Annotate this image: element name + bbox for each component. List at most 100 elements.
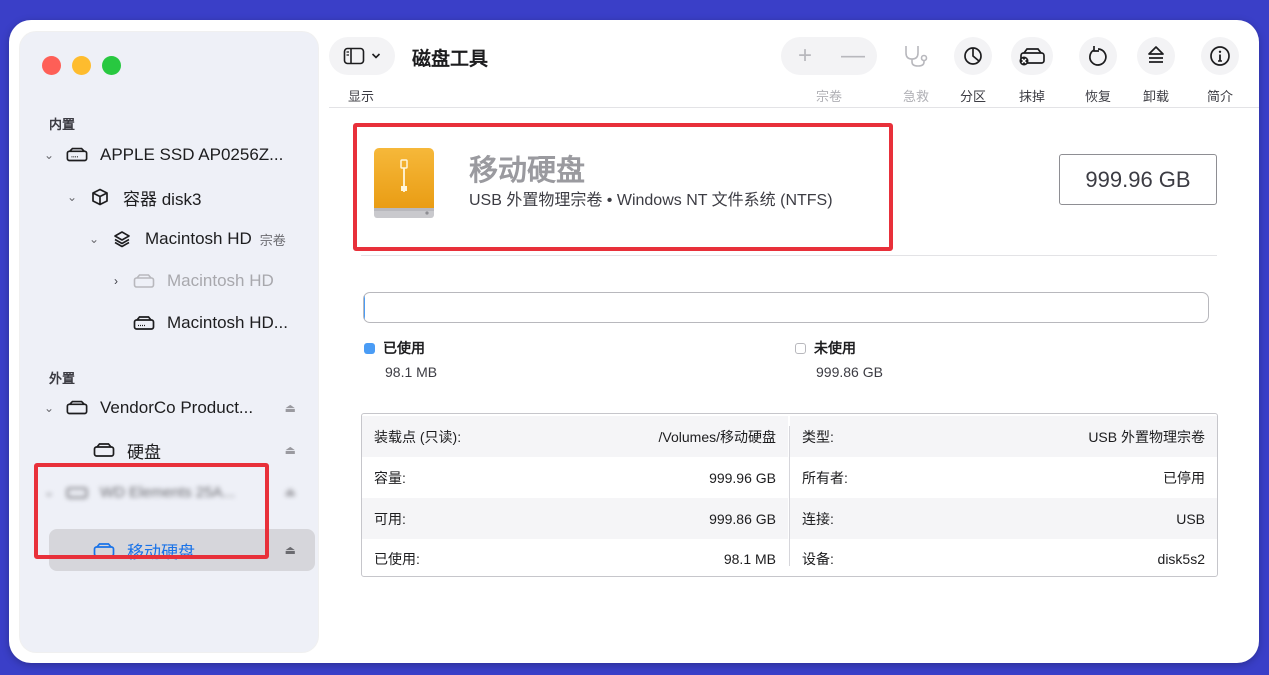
info-key: 连接:: [802, 510, 834, 527]
free-swatch: [795, 343, 806, 354]
sidebar-item-label: 硬盘: [127, 442, 161, 462]
zoom-button[interactable]: [102, 56, 121, 75]
plus-icon[interactable]: +: [781, 42, 829, 70]
chevron-down-icon[interactable]: ⌄: [42, 148, 56, 162]
toolbar: 显示 磁盘工具 + — 宗卷 急救 分区 抹掉 恢复 卸载 简介: [329, 20, 1259, 108]
info-button[interactable]: [1201, 37, 1239, 75]
toolbar-label-restore: 恢复: [1084, 89, 1111, 104]
minus-icon[interactable]: —: [829, 42, 877, 70]
info-row-owners: 所有者: 已停用: [790, 457, 1217, 498]
sidebar-item-label: Macintosh HD: [145, 229, 252, 248]
toolbar-label-unmount: 卸载: [1142, 89, 1169, 104]
external-disk-icon: [66, 399, 88, 417]
info-key: 可用:: [374, 510, 406, 527]
chevron-down-icon: [371, 53, 381, 59]
pie-chart-icon: [964, 47, 982, 65]
sidebar-toggle-button[interactable]: [329, 37, 395, 75]
volume-group-badge: 宗卷: [259, 232, 286, 248]
sidebar-item-macintosh-hd-snapshot[interactable]: › Macintosh HD: [20, 262, 316, 300]
erase-drive-icon: [1019, 48, 1045, 66]
toolbar-label-partition: 分区: [959, 89, 986, 104]
sidebar-item-vendorco[interactable]: ⌄ VendorCo Product... ⏏: [20, 389, 316, 427]
view-label: 显示: [348, 89, 375, 104]
disk-icon: [133, 272, 155, 290]
info-key: 类型:: [802, 428, 834, 445]
sidebar-item-container[interactable]: ⌄ 容器 disk3: [20, 178, 316, 216]
stethoscope-icon: [905, 46, 928, 67]
sidebar-item-label: 容器 disk3: [123, 189, 202, 209]
eject-icon[interactable]: ⏏: [285, 401, 296, 415]
info-key: 已使用:: [374, 550, 420, 567]
disk-icon: [93, 441, 115, 459]
chevron-down-icon[interactable]: ⌄: [42, 401, 56, 415]
info-row-device: 设备: disk5s2: [790, 538, 1217, 579]
legend-used: 已使用 98.1 MB: [364, 338, 437, 380]
free-value: 999.86 GB: [816, 364, 883, 380]
sidebar-item-apple-ssd[interactable]: ⌄ APPLE SSD AP0256Z...: [20, 136, 316, 174]
sidebar: 内置 ⌄ APPLE SSD AP0256Z... ⌄ 容器 disk3 ⌄ M…: [20, 32, 318, 652]
info-key: 设备:: [802, 550, 834, 567]
info-row-connection: 连接: USB: [790, 498, 1217, 539]
info-row-used: 已使用: 98.1 MB: [362, 538, 788, 579]
first-aid-button[interactable]: [897, 37, 935, 75]
info-row-capacity: 容量: 999.96 GB: [362, 457, 788, 498]
minimize-button[interactable]: [72, 56, 91, 75]
app-title: 磁盘工具: [412, 49, 489, 70]
internal-disk-icon: [66, 146, 88, 164]
volume-add-remove-control: + —: [781, 37, 877, 75]
legend-free: 未使用 999.86 GB: [795, 338, 883, 380]
info-row-mount-point: 装载点 (只读): /Volumes/移动硬盘: [362, 416, 788, 457]
info-value: disk5s2: [1157, 550, 1205, 567]
info-value: 999.96 GB: [709, 469, 776, 486]
info-value: 98.1 MB: [723, 550, 776, 567]
restore-icon: [1089, 46, 1107, 66]
info-key: 容量:: [374, 469, 406, 486]
chevron-down-icon[interactable]: ⌄: [65, 190, 79, 204]
info-value: 已停用: [1163, 469, 1205, 486]
sidebar-item-macintosh-hd-volume[interactable]: ⌄ Macintosh HD 宗卷: [20, 220, 316, 258]
restore-button[interactable]: [1079, 37, 1117, 75]
unmount-button[interactable]: [1137, 37, 1175, 75]
external-section-header: 外置: [49, 371, 76, 386]
partition-button[interactable]: [954, 37, 992, 75]
chevron-down-icon[interactable]: ⌄: [87, 232, 101, 246]
info-icon: [1210, 46, 1230, 66]
disk-utility-window: 内置 ⌄ APPLE SSD AP0256Z... ⌄ 容器 disk3 ⌄ M…: [9, 20, 1259, 663]
info-column-left: 装载点 (只读): /Volumes/移动硬盘 容量: 999.96 GB 可用…: [362, 414, 788, 576]
used-value: 98.1 MB: [385, 364, 438, 380]
chevron-right-icon[interactable]: ›: [109, 274, 123, 288]
info-value: USB 外置物理宗卷: [1088, 428, 1205, 445]
sidebar-item-label: APPLE SSD AP0256Z...: [100, 145, 284, 164]
info-key: 装载点 (只读):: [374, 428, 462, 445]
volume-capacity: 999.96 GB: [1059, 154, 1217, 205]
info-column-right: 类型: USB 外置物理宗卷 所有者: 已停用 连接: USB 设备: disk…: [790, 414, 1217, 576]
toolbar-label-volume: 宗卷: [815, 89, 842, 104]
disk-icon: [133, 314, 155, 332]
info-row-type: 类型: USB 外置物理宗卷: [790, 416, 1217, 457]
volume-info-table: 装载点 (只读): /Volumes/移动硬盘 容量: 999.96 GB 可用…: [361, 413, 1218, 577]
usage-bar: [363, 292, 1209, 323]
toolbar-label-first-aid: 急救: [902, 89, 929, 104]
close-button[interactable]: [42, 56, 61, 75]
unmount-icon: [1148, 46, 1164, 63]
toolbar-label-erase: 抹掉: [1018, 89, 1045, 104]
window-controls: [42, 56, 121, 75]
eject-icon[interactable]: ⏏: [285, 485, 296, 499]
used-label: 已使用: [383, 340, 425, 356]
sidebar-item-label: Macintosh HD...: [167, 313, 288, 332]
stacked-layers-icon: [111, 230, 133, 248]
info-row-available: 可用: 999.86 GB: [362, 498, 788, 539]
sidebar-item-label: Macintosh HD: [167, 271, 274, 290]
info-key: 所有者:: [802, 469, 848, 486]
internal-section-header: 内置: [49, 117, 76, 132]
highlight-box-sidebar: [34, 463, 269, 559]
header-divider: [361, 255, 1217, 256]
info-value: 999.86 GB: [709, 510, 776, 527]
sidebar-item-macintosh-hd-data[interactable]: Macintosh HD...: [20, 304, 316, 342]
eject-icon[interactable]: ⏏: [285, 443, 296, 457]
highlight-box-volume: [353, 123, 893, 251]
free-label: 未使用: [814, 340, 856, 356]
toolbar-label-info: 简介: [1206, 89, 1233, 104]
eject-icon[interactable]: ⏏: [285, 543, 296, 557]
erase-button[interactable]: [1011, 37, 1053, 75]
